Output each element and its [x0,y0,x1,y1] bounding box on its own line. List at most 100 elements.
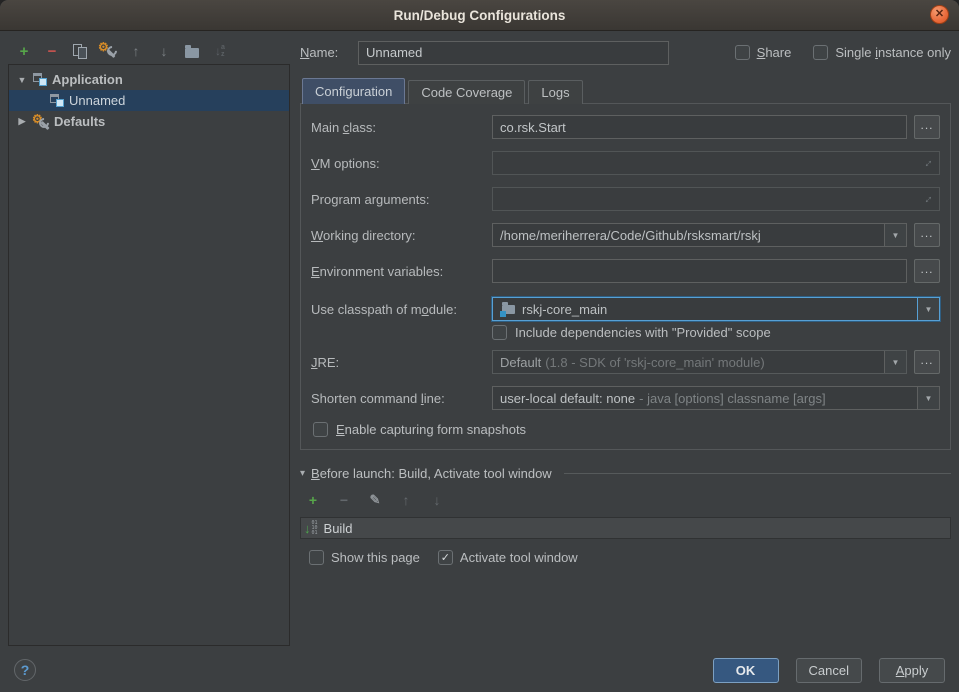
vm-options-input[interactable] [492,151,940,175]
move-up-icon[interactable]: ↑ [127,42,145,60]
shorten-command-line-label: Shorten command line: [311,391,492,406]
copy-icon [73,44,87,59]
before-launch-task-build[interactable]: ↓ 011001 Build [300,517,951,539]
working-directory-row: Working directory: /home/meriherrera/Cod… [311,223,940,247]
configuration-tab-panel: Main class: ... VM options: ↔ Program ar… [300,103,951,450]
jre-browse-button[interactable]: ... [914,350,940,374]
single-instance-checkbox-group[interactable]: ✓ Single instance only [813,45,951,60]
before-launch-title: Before launch: Build, Activate tool wind… [311,466,552,481]
jre-combobox[interactable]: Default (1.8 - SDK of 'rskj-core_main' m… [492,350,907,374]
jre-row: JRE: Default (1.8 - SDK of 'rskj-core_ma… [311,350,940,374]
add-configuration-icon[interactable]: + [15,42,33,60]
show-this-page-group[interactable]: ✓ Show this page [309,550,420,565]
tab-logs[interactable]: Logs [528,80,582,104]
remove-configuration-icon[interactable]: − [43,42,61,60]
dropdown-arrow-icon[interactable]: ▼ [884,224,906,246]
before-launch-section: ▾ Before launch: Build, Activate tool wi… [300,466,951,565]
include-provided-row: ✓ Include dependencies with "Provided" s… [492,325,940,340]
collapse-section-icon[interactable]: ▾ [300,468,305,479]
single-instance-checkbox[interactable]: ✓ [813,45,828,60]
tree-item-defaults[interactable]: ▶ ⚙ Defaults [9,111,289,132]
close-button[interactable]: ✕ [930,5,949,24]
shorten-command-line-row: Shorten command line: user-local default… [311,386,940,410]
share-label[interactable]: Share [757,45,792,60]
single-instance-label[interactable]: Single instance only [835,45,951,60]
enable-snapshots-checkbox[interactable]: ✓ [313,422,328,437]
help-button[interactable]: ? [14,659,36,681]
dialog-footer: ? OK Cancel Apply [0,648,959,692]
tab-configuration[interactable]: Configuration [302,78,405,104]
working-directory-combobox[interactable]: /home/meriherrera/Code/Github/rsksmart/r… [492,223,907,247]
main-class-input[interactable] [492,115,907,139]
move-task-down-icon[interactable]: ↓ [428,491,446,509]
program-arguments-label: Program arguments: [311,192,492,207]
program-arguments-row: Program arguments: ↔ [311,187,940,211]
copy-configuration-icon[interactable] [71,42,89,60]
name-label: Name: [300,45,358,60]
enable-snapshots-row: ✓ Enable capturing form snapshots [313,422,940,437]
tree-item-application[interactable]: ▼ Application [9,69,289,90]
dialog-title: Run/Debug Configurations [394,8,566,23]
tab-code-coverage[interactable]: Code Coverage [408,80,525,104]
ok-button[interactable]: OK [713,658,779,683]
activate-tool-window-checkbox[interactable]: ✓ [438,550,453,565]
main-class-browse-button[interactable]: ... [914,115,940,139]
environment-variables-browse-button[interactable]: ... [914,259,940,283]
collapse-icon[interactable]: ▶ [16,116,28,127]
edit-task-icon[interactable]: ✎ [366,491,384,509]
show-this-page-label[interactable]: Show this page [331,550,420,565]
expand-icon[interactable]: ▼ [16,75,28,85]
activate-tool-window-group[interactable]: ✓ Activate tool window [438,550,578,565]
defaults-wrench-icon: ⚙ [33,114,49,130]
tree-item-label: Defaults [54,114,105,129]
wrench-gear-icon: ⚙ [99,42,117,60]
sort-az-icon: ↓ az [215,44,225,58]
new-folder-icon[interactable] [183,42,201,60]
include-provided-checkbox[interactable]: ✓ [492,325,507,340]
footer-buttons: OK Cancel Apply [713,658,945,683]
name-input[interactable] [358,41,669,65]
move-down-icon[interactable]: ↓ [155,42,173,60]
edit-defaults-icon[interactable]: ⚙ [99,42,117,60]
share-checkbox-group[interactable]: ✓ Share [735,45,792,60]
before-launch-checkboxes: ✓ Show this page ✓ Activate tool window [300,550,951,565]
show-this-page-checkbox[interactable]: ✓ [309,550,324,565]
share-checkbox[interactable]: ✓ [735,45,750,60]
configuration-editor: Name: ✓ Share ✓ Single instance only Con… [300,40,951,646]
vm-options-row: VM options: ↔ [311,151,940,175]
jre-label: JRE: [311,355,492,370]
before-launch-toolbar: + − ✎ ↑ ↓ [300,490,951,510]
configurations-sidebar: + − ⚙ ↑ ↓ ↓ az [8,38,290,646]
before-launch-header: ▾ Before launch: Build, Activate tool wi… [300,466,951,481]
use-classpath-combobox[interactable]: rskj-core_main ▼ [492,297,940,321]
main-class-label: Main class: [311,120,492,135]
include-provided-label[interactable]: Include dependencies with "Provided" sco… [515,325,771,340]
cancel-button[interactable]: Cancel [796,658,862,683]
use-classpath-row: Use classpath of module: rskj-core_main … [311,297,940,321]
working-directory-label: Working directory: [311,228,492,243]
dropdown-arrow-icon[interactable]: ▼ [917,387,939,409]
working-directory-browse-button[interactable]: ... [914,223,940,247]
move-task-up-icon[interactable]: ↑ [397,491,415,509]
remove-task-icon[interactable]: − [335,491,353,509]
shorten-command-line-combobox[interactable]: user-local default: none - java [options… [492,386,940,410]
dropdown-arrow-icon[interactable]: ▼ [917,298,939,320]
add-task-icon[interactable]: + [304,491,322,509]
working-directory-value: /home/meriherrera/Code/Github/rsksmart/r… [500,228,761,243]
dropdown-arrow-icon[interactable]: ▼ [884,351,906,373]
environment-variables-input[interactable] [492,259,907,283]
configurations-toolbar: + − ⚙ ↑ ↓ ↓ az [8,38,290,64]
jre-value-detail: (1.8 - SDK of 'rskj-core_main' module) [545,355,765,370]
shorten-command-line-detail: - java [options] classname [args] [639,391,825,406]
configurations-tree: ▼ Application Unnamed ▶ ⚙ Defaults [8,64,290,646]
folder-icon [185,48,199,58]
use-classpath-value: rskj-core_main [522,302,607,317]
sort-configurations-icon[interactable]: ↓ az [211,42,229,60]
enable-snapshots-label[interactable]: Enable capturing form snapshots [336,422,526,437]
apply-button[interactable]: Apply [879,658,945,683]
tree-item-unnamed[interactable]: Unnamed [9,90,289,111]
module-icon [500,303,516,316]
activate-tool-window-label[interactable]: Activate tool window [460,550,578,565]
program-arguments-input[interactable] [492,187,940,211]
environment-variables-label: Environment variables: [311,264,492,279]
